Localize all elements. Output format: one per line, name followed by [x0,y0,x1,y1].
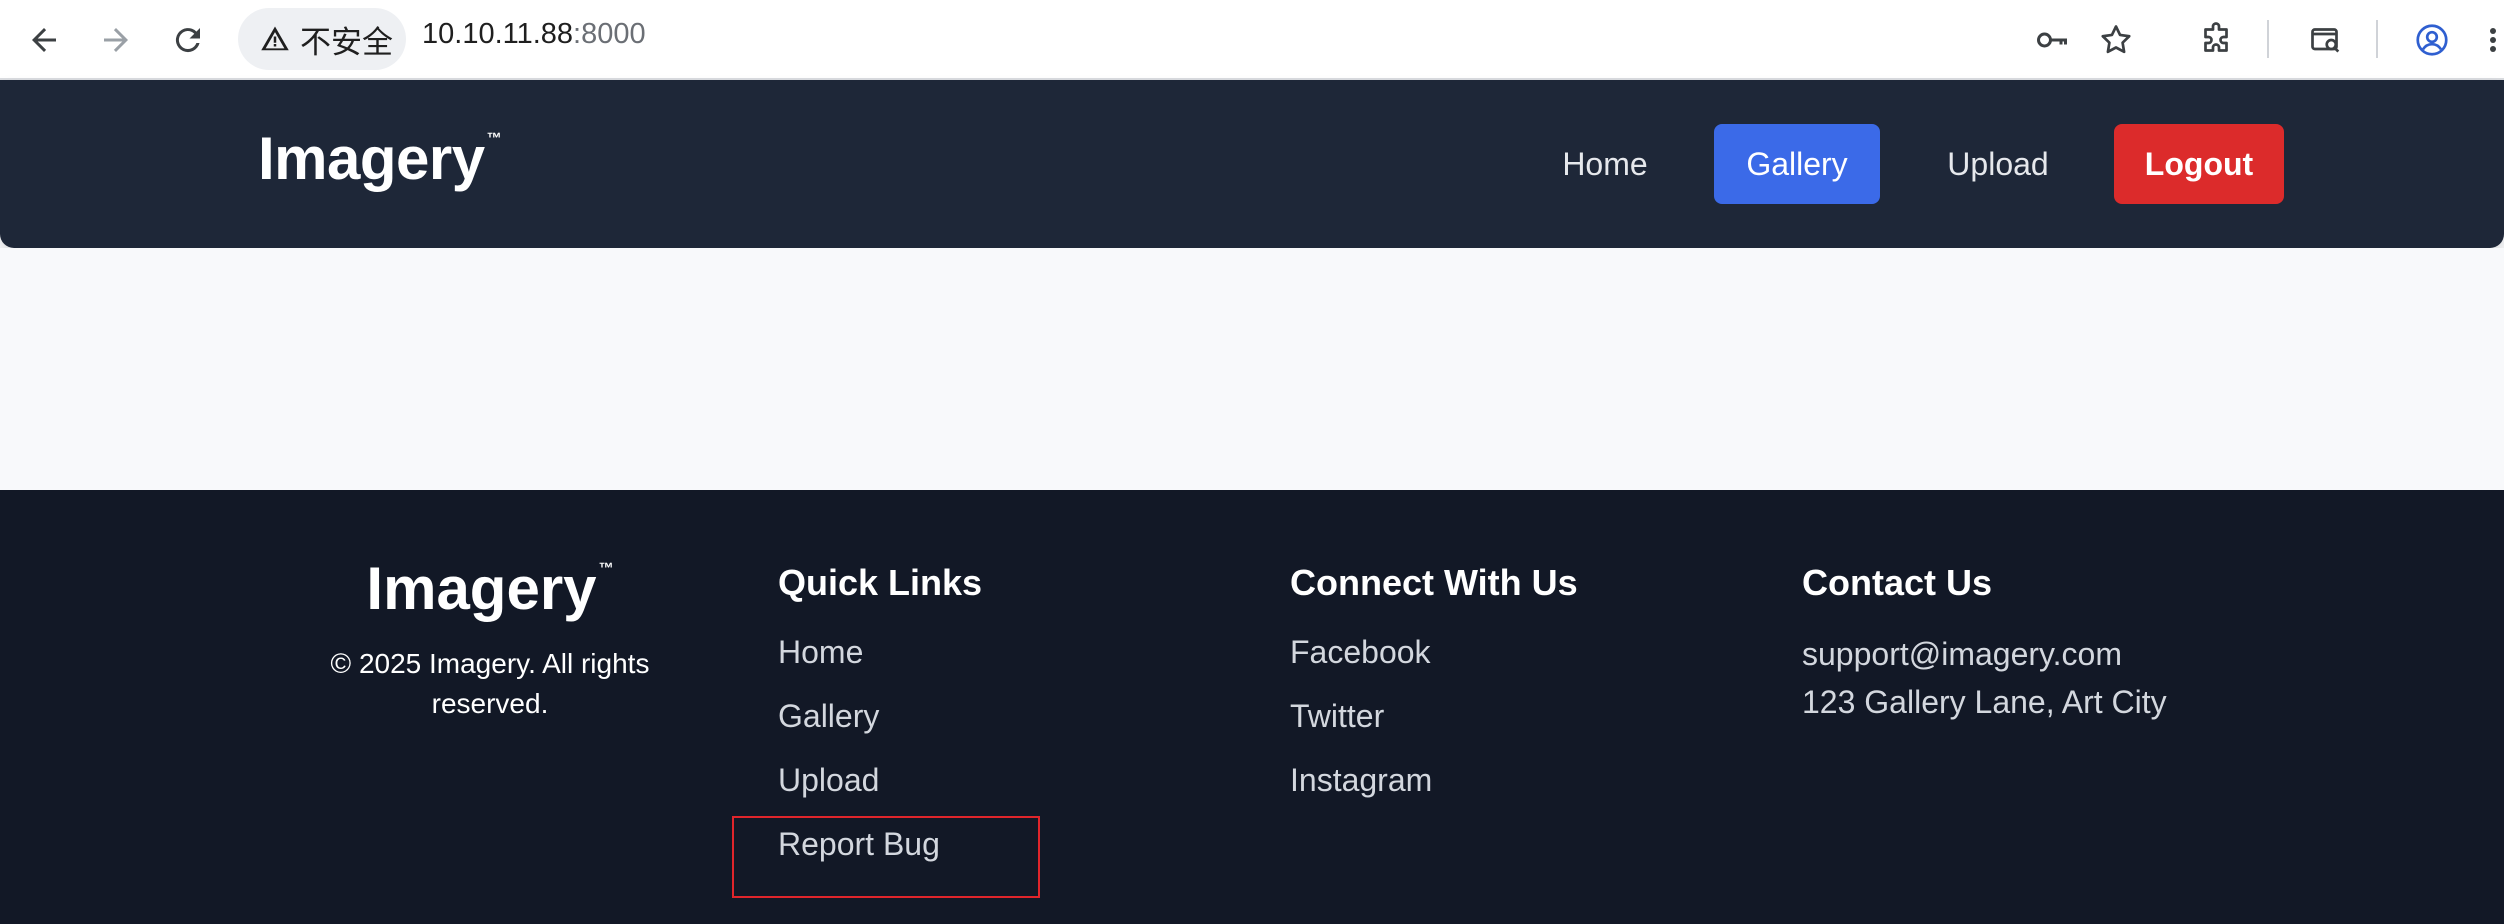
copyright-text: © 2025 Imagery. All rights reserved. [330,648,650,719]
connect-section: Connect With Us Facebook Twitter Instagr… [1290,562,1578,822]
contact-heading: Contact Us [1802,562,1993,603]
account-circle-icon [2416,24,2448,56]
connect-heading: Connect With Us [1290,562,1578,603]
contact-email: support@imagery.com [1802,636,2122,672]
tab-search-button[interactable] [2296,10,2356,70]
site-footer: Imagery ™ © 2025 Imagery. All rights rese… [0,490,2504,924]
nav-upload[interactable]: Upload [1930,124,2066,204]
logout-button[interactable]: Logout [2114,124,2284,204]
arrow-right-icon [104,28,128,52]
more-vert-icon [2490,28,2496,52]
quick-links-heading: Quick Links [778,562,983,603]
menu-button[interactable] [2476,10,2504,70]
footer-link-gallery[interactable]: Gallery [778,694,982,758]
url-port: :8000 [573,18,646,50]
footer-brand-logo: Imagery ™ [300,554,680,623]
key-icon [2037,32,2067,48]
brand-logo[interactable]: Imagery ™ [258,124,502,193]
toolbar-divider [2376,20,2378,58]
arrow-left-icon [32,28,56,52]
bookmark-button[interactable] [2086,10,2146,70]
reload-button[interactable] [156,8,220,72]
star-icon [2101,25,2131,54]
security-indicator[interactable]: 不安全 [238,8,406,70]
main-content [0,248,2504,490]
address-bar[interactable]: 不安全 10.10.11.88:8000 [238,4,2162,74]
toolbar-divider [2267,20,2269,58]
back-button[interactable] [12,8,76,72]
site-header: Imagery ™ Home Gallery Upload Logout [0,80,2504,248]
url-host: 10.10.11.88 [422,18,574,50]
footer-brand-name: Imagery [366,555,597,622]
highlight-box [732,816,1040,898]
footer-link-home[interactable]: Home [778,630,982,694]
trademark-mark: ™ [486,130,502,147]
url-text[interactable]: 10.10.11.88:8000 [422,18,646,51]
forward-button[interactable] [84,8,148,72]
footer-trademark-mark: ™ [598,560,614,577]
puzzle-icon [2204,22,2228,52]
nav-home[interactable]: Home [1540,124,1670,204]
extensions-button[interactable] [2186,10,2246,70]
tab-search-icon [2311,28,2340,53]
reload-icon [175,28,200,53]
warning-icon [261,26,289,51]
security-label: 不安全 [300,24,393,60]
contact-section: Contact Us support@imagery.com 123 Galle… [1802,562,2167,726]
footer-link-instagram[interactable]: Instagram [1290,758,1578,822]
contact-address: 123 Gallery Lane, Art City [1802,684,2167,720]
footer-link-twitter[interactable]: Twitter [1290,694,1578,758]
footer-link-upload[interactable]: Upload [778,758,982,822]
nav-gallery[interactable]: Gallery [1714,124,1880,204]
footer-link-facebook[interactable]: Facebook [1290,630,1578,694]
brand-name: Imagery [258,125,485,192]
password-key-button[interactable] [2022,10,2082,70]
browser-toolbar: 不安全 10.10.11.88:8000 [0,0,2504,80]
profile-button[interactable] [2402,10,2462,70]
